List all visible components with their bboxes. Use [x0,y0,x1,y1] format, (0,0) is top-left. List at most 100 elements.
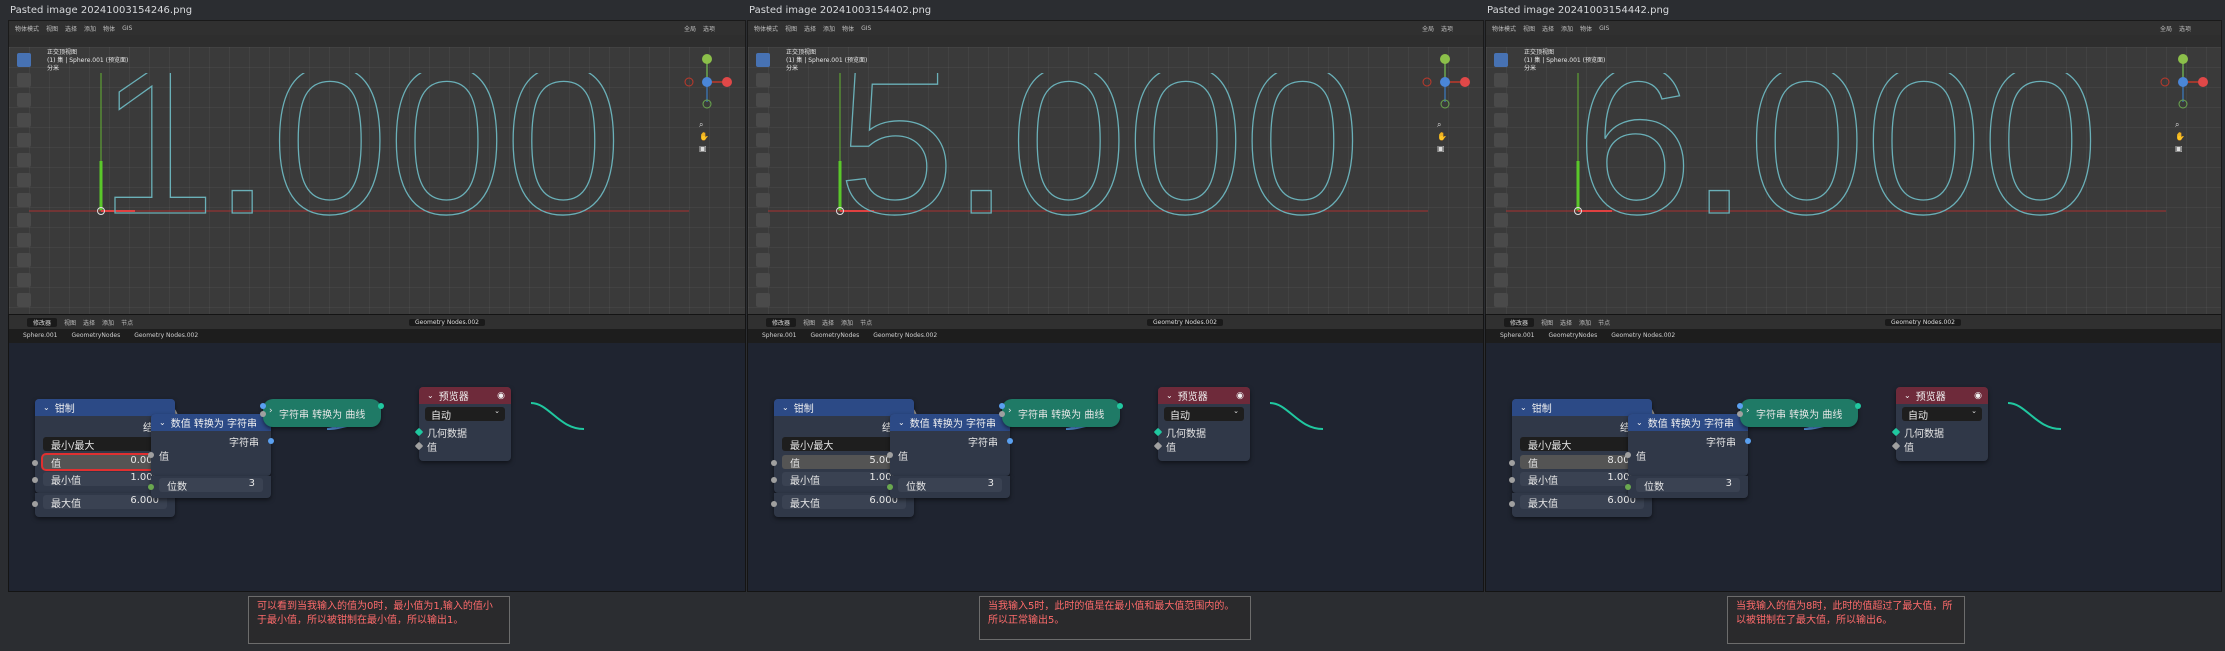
string-to-curves-node[interactable]: › 字符串 转换为 曲线 [1737,399,1861,427]
clamp-value-socket[interactable] [32,460,38,466]
node-add-menu[interactable]: 添加 [841,318,853,327]
viewport-gis-menu[interactable]: GIS [861,25,871,32]
expand-chevron-icon[interactable]: › [269,406,273,416]
curves-output-socket[interactable] [1855,403,1861,409]
clamp-max-field[interactable]: 最大值 6.000 [1520,495,1644,510]
node-select-menu[interactable]: 选择 [822,318,834,327]
viewport-mode-menu[interactable]: 物体模式 [1492,24,1516,33]
clamp-min-socket[interactable] [32,477,38,483]
clamp-mode-dropdown[interactable]: 最小/最大 ⌄ [782,437,906,452]
breadcrumb-modifier[interactable]: GeometryNodes [811,332,860,339]
breadcrumb-modifier[interactable]: GeometryNodes [72,332,121,339]
select-tool-icon[interactable] [17,53,31,67]
node-node-menu[interactable]: 节点 [1598,318,1610,327]
collapse-chevron-icon[interactable]: ⌄ [159,418,166,427]
collapse-chevron-icon[interactable]: ⌄ [1904,391,1911,400]
curves-string-socket[interactable] [1737,403,1743,409]
value-input-socket[interactable] [887,452,893,458]
breadcrumb-node-tree[interactable]: Geometry Nodes.002 [134,332,198,339]
expand-chevron-icon[interactable]: › [1008,406,1012,416]
node-node-menu[interactable]: 节点 [860,318,872,327]
viewport-options-button[interactable]: 选项 [1441,24,1453,33]
string-to-curves-node[interactable]: › 字符串 转换为 曲线 [999,399,1123,427]
geometry-node-editor[interactable]: 修改器 视图 选择 添加 节点 Geometry Nodes.002 Spher… [747,314,1484,592]
breadcrumb-modifier[interactable]: GeometryNodes [1549,332,1598,339]
viewport-options-button[interactable]: 选项 [2179,24,2191,33]
node-add-menu[interactable]: 添加 [102,318,114,327]
3d-viewport[interactable]: 物体模式 视图 选择 添加 物体 GIS 全局 选项 正交顶视图 (1) 集 |… [1485,20,2222,315]
viewport-object-menu[interactable]: 物体 [1580,24,1592,33]
clamp-max-socket[interactable] [32,501,38,507]
decimals-socket[interactable] [148,484,154,490]
curves-output-socket[interactable] [378,403,384,409]
decimals-field[interactable]: 位数 3 [898,478,1002,493]
string-output-socket[interactable] [1745,438,1751,444]
3d-viewport[interactable]: 物体模式 视图 选择 添加 物体 GIS 全局 选项 正交顶视图 (1) 集 |… [747,20,1484,315]
eye-icon[interactable]: ◉ [497,391,505,401]
viewer-node[interactable]: ⌄ 预览器 ◉ 自动 ⌄ 几何数据 值 [1891,387,1988,461]
curves-output-socket[interactable] [1117,403,1123,409]
collapse-chevron-icon[interactable]: ⌄ [1520,403,1527,412]
clamp-max-socket[interactable] [771,501,777,507]
viewport-view-menu[interactable]: 视图 [785,24,797,33]
node-canvas[interactable]: ⌄ 钳制 结果 最小/最大 ⌄ 值 5.000 [748,343,1483,591]
curves-size-socket[interactable] [999,411,1005,417]
editor-type-dropdown[interactable]: 修改器 [27,317,58,327]
value-input-socket[interactable] [148,452,154,458]
breadcrumb-node-tree[interactable]: Geometry Nodes.002 [1611,332,1675,339]
geometry-node-editor[interactable]: 修改器 视图 选择 添加 节点 Geometry Nodes.002 Spher… [8,314,746,592]
viewer-domain-dropdown[interactable]: 自动 ⌄ [1902,407,1982,422]
node-tree-selector[interactable]: Geometry Nodes.002 [1885,318,1961,326]
value-to-string-node[interactable]: ⌄ 数值 转换为 字符串 字符串 值 [1625,414,1751,476]
viewer-domain-dropdown[interactable]: 自动 ⌄ [1164,407,1244,422]
viewport-view-menu[interactable]: 视图 [1523,24,1535,33]
node-view-menu[interactable]: 视图 [1541,318,1553,327]
viewport-view-menu[interactable]: 视图 [46,24,58,33]
value-input-socket[interactable] [1625,452,1631,458]
clamp-value-socket[interactable] [771,460,777,466]
viewport-add-menu[interactable]: 添加 [1561,24,1573,33]
decimals-socket[interactable] [887,484,893,490]
string-output-socket[interactable] [1007,438,1013,444]
viewport-select-menu[interactable]: 选择 [65,24,77,33]
editor-type-dropdown[interactable]: 修改器 [1504,317,1535,327]
node-tree-selector[interactable]: Geometry Nodes.002 [1147,318,1223,326]
decimals-socket[interactable] [1625,484,1631,490]
node-view-menu[interactable]: 视图 [803,318,815,327]
value-to-string-node[interactable]: ⌄ 数值 转换为 字符串 字符串 值 [887,414,1013,476]
viewport-gis-menu[interactable]: GIS [122,25,132,32]
geometry-node-editor[interactable]: 修改器 视图 选择 添加 节点 Geometry Nodes.002 Spher… [1485,314,2222,592]
collapse-chevron-icon[interactable]: ⌄ [1166,391,1173,400]
viewer-node-header[interactable]: ⌄ 预览器 ◉ [1158,387,1250,404]
node-select-menu[interactable]: 选择 [1560,318,1572,327]
curves-string-socket[interactable] [999,403,1005,409]
viewport-gis-menu[interactable]: GIS [1599,25,1609,32]
clamp-min-socket[interactable] [1509,477,1515,483]
transform-orientation-dropdown[interactable]: 全局 [2160,24,2172,33]
eye-icon[interactable]: ◉ [1236,391,1244,401]
node-node-menu[interactable]: 节点 [121,318,133,327]
node-canvas[interactable]: ⌄ 钳制 结果 最小/最大 ⌄ 值 0.000 [9,343,745,591]
breadcrumb-node-tree[interactable]: Geometry Nodes.002 [873,332,937,339]
viewport-select-menu[interactable]: 选择 [804,24,816,33]
clamp-max-field[interactable]: 最大值 6.000 [782,495,906,510]
breadcrumb-object[interactable]: Sphere.001 [762,332,797,339]
clamp-max-socket[interactable] [1509,501,1515,507]
clamp-max-field[interactable]: 最大值 6.000 [43,495,167,510]
select-tool-icon[interactable] [756,53,770,67]
viewport-object-menu[interactable]: 物体 [103,24,115,33]
curves-string-socket[interactable] [260,403,266,409]
select-tool-icon[interactable] [1494,53,1508,67]
breadcrumb-object[interactable]: Sphere.001 [1500,332,1535,339]
viewer-node[interactable]: ⌄ 预览器 ◉ 自动 ⌄ 几何数据 值 [414,387,511,461]
viewport-options-button[interactable]: 选项 [703,24,715,33]
transform-orientation-dropdown[interactable]: 全局 [1422,24,1434,33]
node-view-menu[interactable]: 视图 [64,318,76,327]
node-canvas[interactable]: ⌄ 钳制 结果 最小/最大 ⌄ 值 8.000 [1486,343,2221,591]
value-to-string-node[interactable]: ⌄ 数值 转换为 字符串 字符串 值 [148,414,274,476]
node-add-menu[interactable]: 添加 [1579,318,1591,327]
viewport-add-menu[interactable]: 添加 [84,24,96,33]
string-to-curves-node[interactable]: › 字符串 转换为 曲线 [260,399,384,427]
node-tree-selector[interactable]: Geometry Nodes.002 [409,318,485,326]
clamp-mode-dropdown[interactable]: 最小/最大 ⌄ [43,437,167,452]
